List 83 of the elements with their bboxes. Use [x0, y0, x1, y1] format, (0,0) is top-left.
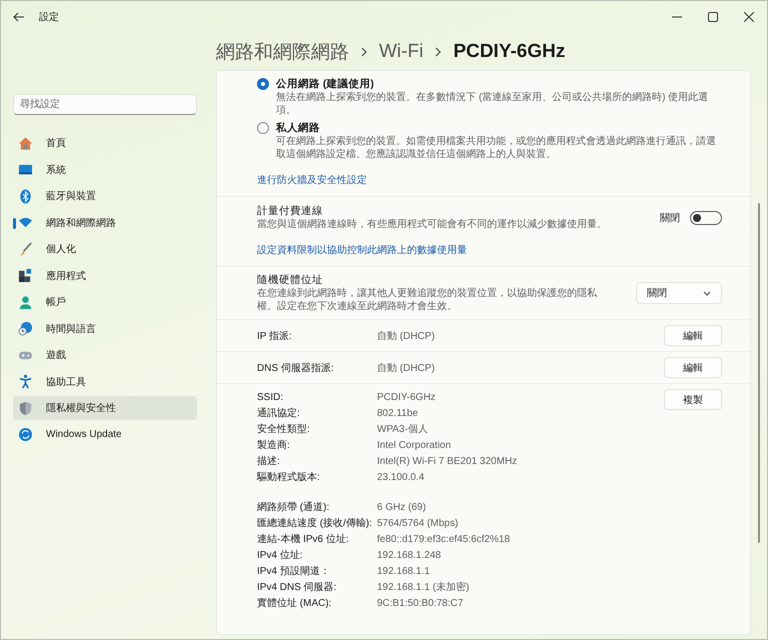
bluetooth-icon	[18, 188, 33, 204]
option-label: 公用網路 (建議使用)	[276, 77, 375, 91]
property-value: 5764/5764 (Mbps)	[377, 518, 460, 528]
property-value: 自動 (DHCP)	[377, 330, 436, 342]
property-value: 192.168.1.1	[377, 566, 431, 576]
property-value: 23.100.0.4	[377, 472, 426, 482]
globe-clock-icon	[18, 321, 33, 336]
property-label: 製造商:	[257, 438, 291, 452]
property-value: WPA3-個人	[377, 423, 429, 436]
window-title: 設定	[39, 10, 59, 24]
property-label: IP 指派:	[257, 330, 293, 342]
sidebar-item[interactable]: 系統	[13, 158, 197, 182]
copy-button[interactable]: 複製	[664, 389, 722, 410]
person-icon	[18, 294, 33, 310]
sidebar-item[interactable]: 帳戶	[13, 290, 197, 314]
property-label: DNS 伺服器指派:	[257, 362, 335, 374]
chevron-right-icon	[361, 46, 367, 56]
setting-description: 當您與這個網路連線時，有些應用程式可能會有不同的運作以減少數據使用量。	[257, 218, 608, 231]
sidebar-item[interactable]: 協助工具	[13, 370, 197, 394]
sidebar-item[interactable]: 隱私權與安全性	[13, 396, 197, 420]
toggle-switch[interactable]	[690, 210, 722, 224]
chevron-down-icon	[703, 290, 711, 296]
property-value: 192.168.1.248	[377, 550, 442, 560]
sync-icon	[18, 427, 33, 442]
property-value: 9C:B1:50:B0:78:C7	[377, 598, 464, 608]
scrollbar[interactable]	[758, 203, 760, 543]
property-value: PCDIY-6GHz	[377, 392, 437, 402]
property-label: 連結-本機 IPv6 位址:	[257, 532, 350, 546]
setting-description: 在您連線到此網路時，讓其他人更難追蹤您的裝置位置，以協助保護您的隱私權。設定在您下次連線至此網路時才會生效。	[257, 287, 598, 313]
edit-button[interactable]: 編輯	[664, 325, 722, 346]
toggle-label: 關閉	[660, 212, 680, 224]
property-value: fe80::d179:ef3c:ef45:6cf2%18	[377, 534, 511, 544]
dropdown[interactable]: 關閉	[636, 282, 722, 304]
property-label: 描述:	[257, 454, 281, 468]
edit-button[interactable]: 編輯	[664, 357, 722, 378]
sidebar-item[interactable]: 時間與語言	[13, 316, 197, 340]
close-icon[interactable]	[744, 12, 754, 22]
breadcrumb-link[interactable]: Wi-Fi	[379, 40, 424, 62]
breadcrumb-link[interactable]: 網路和網際網路	[216, 38, 349, 64]
radio-button[interactable]	[257, 78, 269, 90]
property-value: 自動 (DHCP)	[377, 362, 436, 374]
property-label: IPv4 DNS 伺服器:	[257, 581, 338, 594]
shield-icon	[18, 400, 33, 416]
maximize-icon[interactable]	[708, 12, 718, 22]
sidebar-item[interactable]: 首頁	[13, 131, 197, 155]
search-field[interactable]: 尋找設定	[13, 94, 197, 115]
house-icon	[18, 136, 33, 150]
data-limit-link[interactable]: 設定資料限制以協助控制此網路上的數據使用量	[257, 243, 722, 257]
setting-title: 隨機硬體位址	[257, 273, 324, 287]
property-label: 通訊協定:	[257, 406, 301, 420]
property-label: 安全性類型:	[257, 422, 311, 436]
sidebar-item[interactable]: 遊戲	[13, 343, 197, 367]
sidebar-item[interactable]: 個人化	[13, 237, 197, 261]
property-value: 802.11be	[377, 408, 419, 418]
sidebar-item[interactable]: Windows Update	[13, 422, 197, 446]
property-label: 匯總連結速度 (接收/傳輸):	[257, 516, 373, 530]
setting-title: 計量付費連線	[257, 204, 324, 218]
property-value: Intel(R) Wi-Fi 7 BE201 320MHz	[377, 456, 518, 466]
option-description: 無法在網路上探索到您的裝置。在多數情況下 (當連線至家用、公司或公共場所的網路時) 使用此選項。	[276, 91, 710, 117]
option-description: 可在網路上探索到您的裝置。如需使用檔案共用功能，或您的應用程式會透過此網路進行通訊，請選取這個網路設定檔。您應該認識並信任這個網路上的人與裝置。	[276, 135, 717, 161]
firewall-link[interactable]: 進行防火牆及安全性設定	[257, 173, 722, 187]
property-label: 實體位址 (MAC):	[257, 596, 332, 610]
property-label: 網路頻帶 (通道):	[257, 500, 330, 514]
option-label: 私人網路	[276, 121, 321, 135]
radio-button[interactable]	[257, 122, 269, 134]
sidebar-item[interactable]: 網路和網際網路	[13, 210, 197, 234]
page-title: PCDIY-6GHz	[453, 40, 566, 62]
property-value: 192.168.1.1 (未加密)	[377, 580, 470, 594]
wifi-icon	[18, 215, 33, 230]
sidebar-item[interactable]: 藍牙與裝置	[13, 184, 197, 208]
apps-icon	[18, 268, 33, 283]
accessibility-icon	[18, 374, 33, 389]
chevron-right-icon	[435, 46, 442, 56]
back-arrow-icon[interactable]	[13, 12, 25, 22]
property-value: Intel Corporation	[377, 440, 452, 450]
brush-icon	[18, 242, 33, 256]
sidebar-item[interactable]: 應用程式	[13, 264, 197, 288]
property-label: 驅動程式版本:	[257, 470, 321, 484]
property-label: IPv4 預設閘道：	[257, 564, 331, 578]
property-label: SSID:	[257, 392, 284, 402]
property-value: 6 GHz (69)	[377, 502, 427, 512]
property-label: IPv4 位址:	[257, 548, 304, 562]
monitor-icon	[18, 162, 33, 177]
